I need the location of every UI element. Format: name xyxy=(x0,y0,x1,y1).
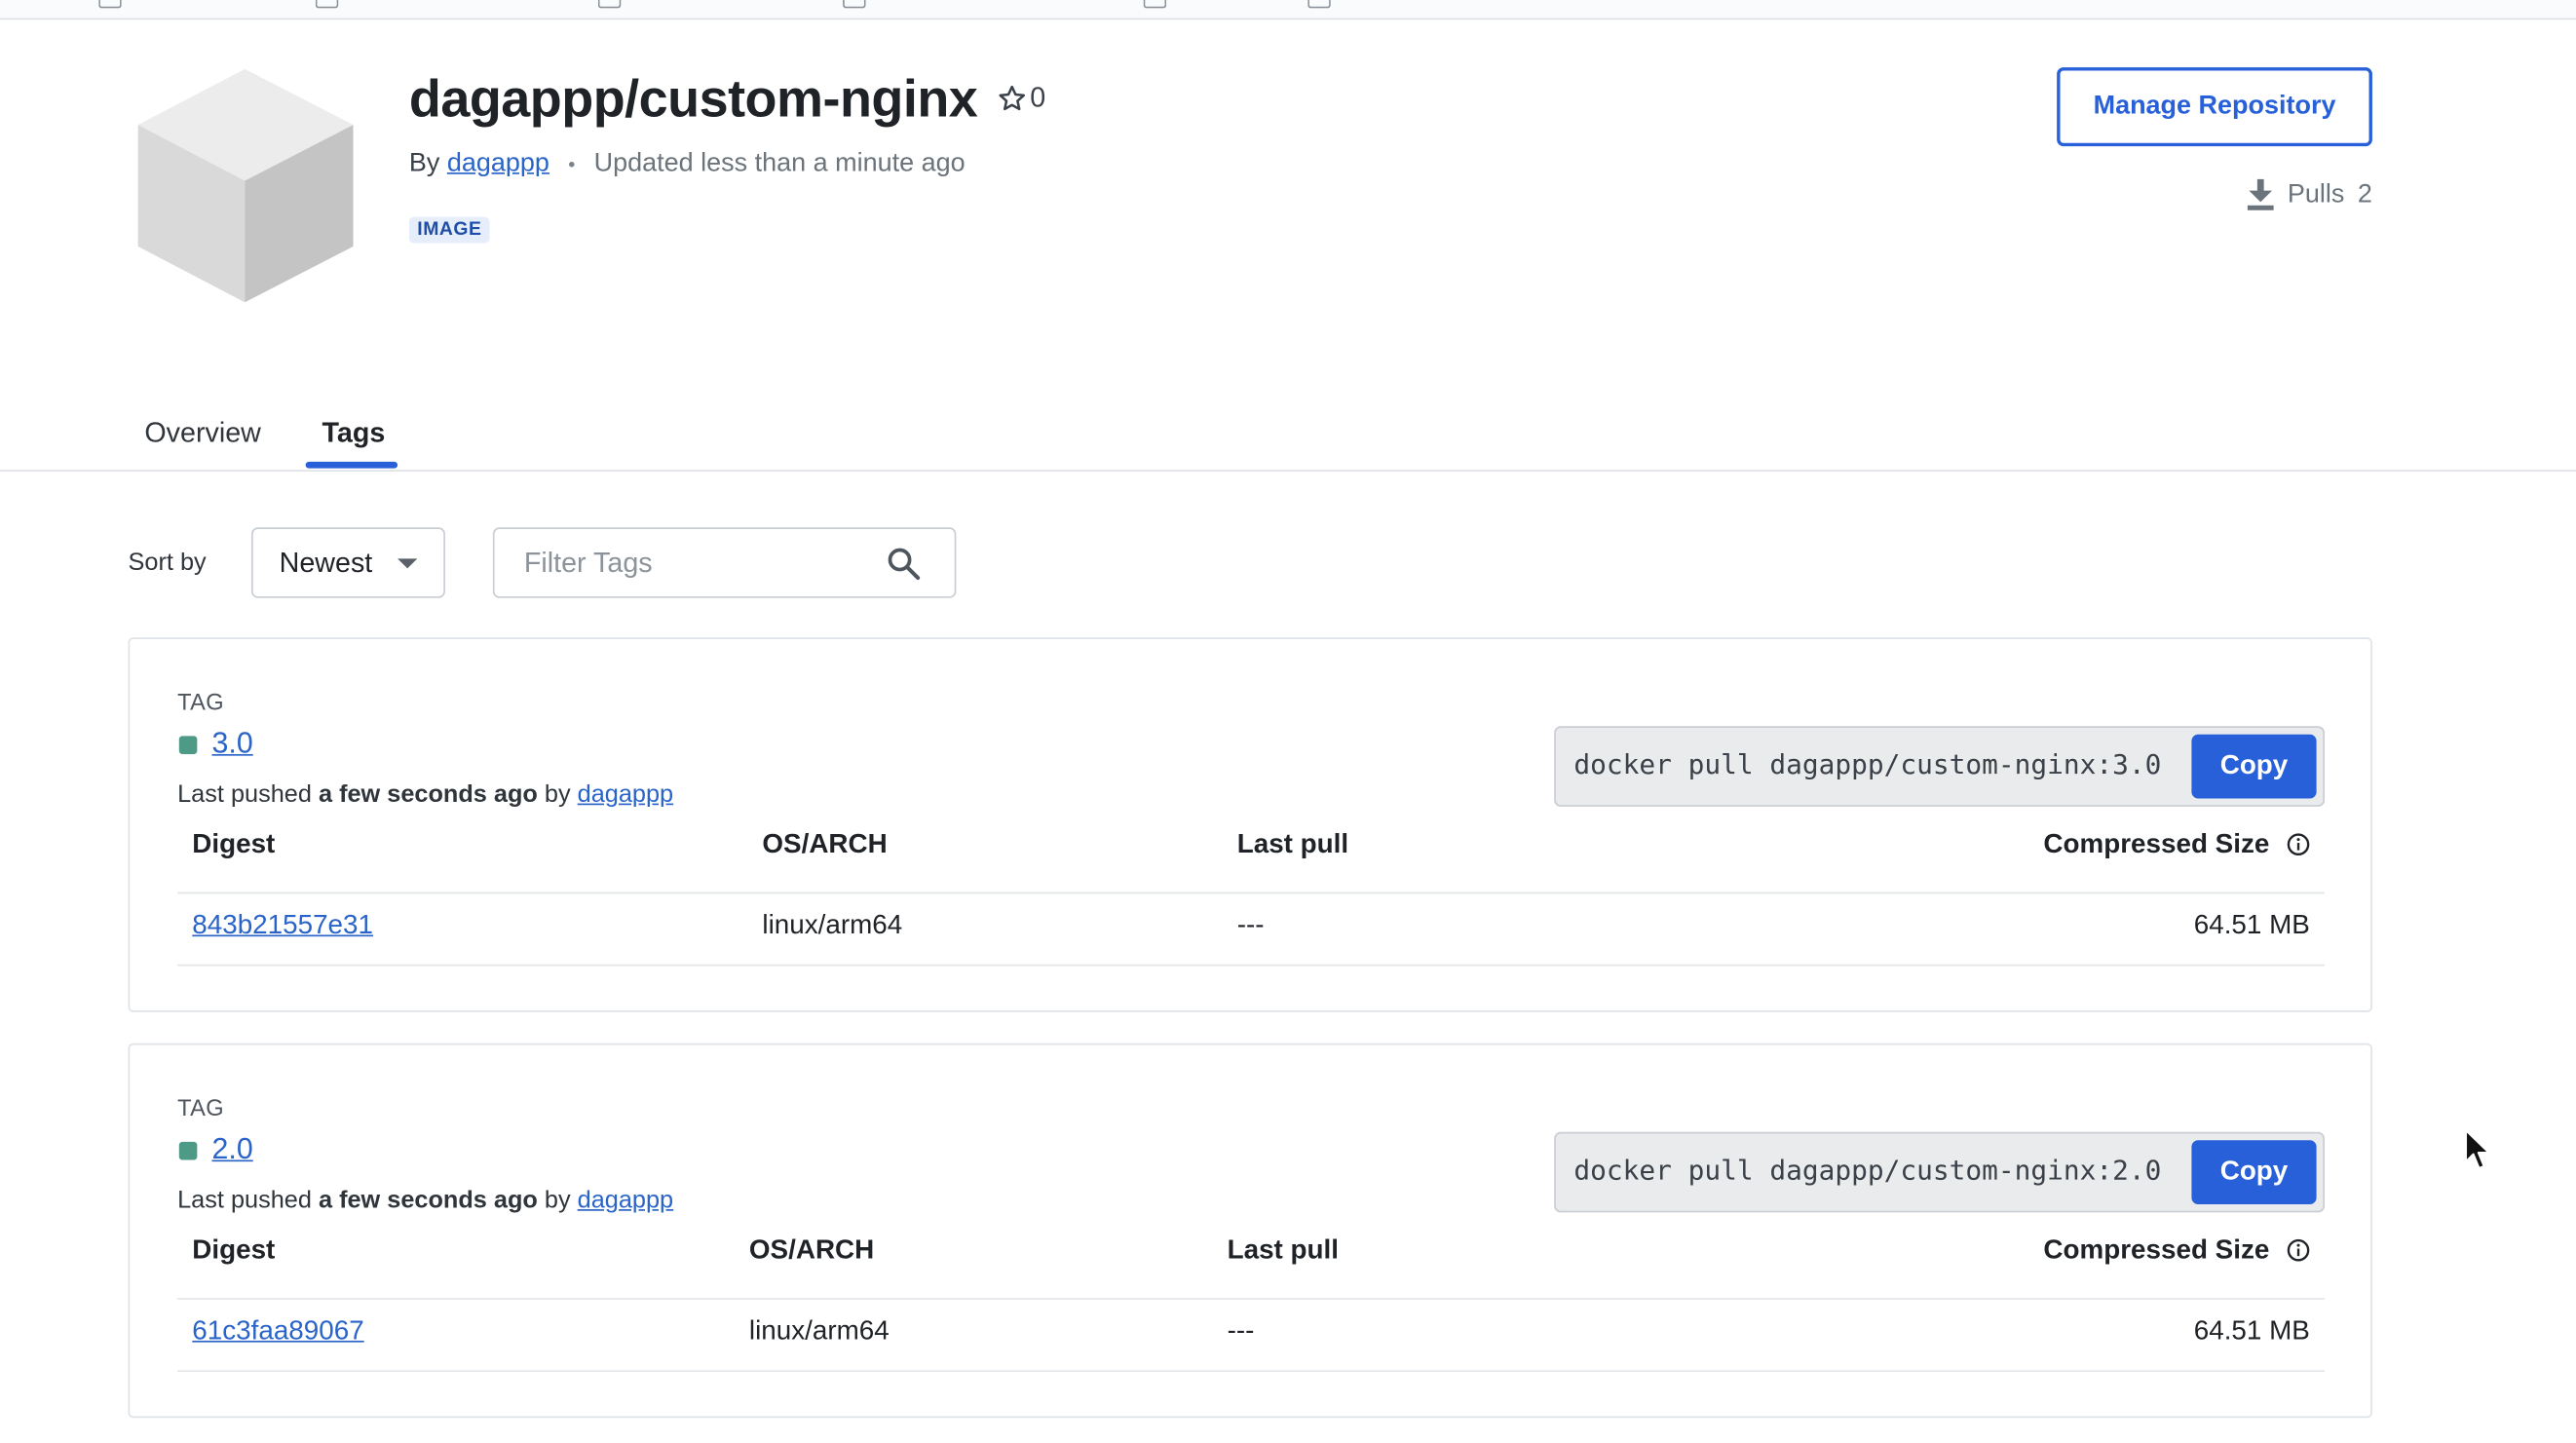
osarch-value: linux/arm64 xyxy=(762,910,903,940)
tag-status-indicator xyxy=(178,1141,198,1160)
sort-value: Newest xyxy=(279,546,373,578)
owner-link[interactable]: dagappp xyxy=(447,149,549,177)
repo-byline: By dagappp • Updated less than a minute … xyxy=(409,149,966,178)
tag-name-link[interactable]: 3.0 xyxy=(212,726,253,760)
pull-command-box: docker pull dagappp/custom-nginx:3.0 Cop… xyxy=(1554,726,2326,807)
osarch-header: OS/ARCH xyxy=(762,829,888,859)
download-icon xyxy=(2248,178,2275,210)
compressed-size-label: Compressed Size xyxy=(2043,829,2270,859)
by-prefix: By xyxy=(408,149,440,178)
active-tab-indicator xyxy=(305,461,398,469)
filter-tags-input[interactable] xyxy=(520,528,873,597)
pushed-when: a few seconds ago xyxy=(318,779,538,809)
copy-button[interactable]: Copy xyxy=(2191,734,2317,799)
digest-link[interactable]: 61c3faa89067 xyxy=(192,1316,363,1348)
tag-card: TAG 3.0 Last pushed a few seconds ago by… xyxy=(128,637,2372,1012)
pushed-prefix: Last pushed xyxy=(177,1186,312,1215)
digest-link[interactable]: 843b21557e31 xyxy=(192,910,373,941)
tab-tags[interactable]: Tags xyxy=(321,417,387,450)
pushed-when: a few seconds ago xyxy=(318,1186,538,1215)
nav-fragment-icon xyxy=(315,0,339,9)
sort-by-label: Sort by xyxy=(128,549,207,577)
last-pull-header: Last pull xyxy=(1227,1235,1340,1266)
tag-heading: TAG xyxy=(177,688,224,715)
tag-status-indicator xyxy=(178,736,198,754)
search-icon[interactable] xyxy=(886,546,922,582)
tag-name-link[interactable]: 2.0 xyxy=(212,1132,253,1166)
compressed-size-label: Compressed Size xyxy=(2043,1235,2270,1266)
sort-select[interactable]: Newest xyxy=(250,527,445,598)
table-row: 61c3faa89067 linux/arm64 --- 64.51 MB xyxy=(177,1298,2326,1372)
nav-fragment-icon xyxy=(597,0,622,9)
pushed-by-link[interactable]: dagappp xyxy=(578,1186,673,1214)
info-icon[interactable] xyxy=(2287,833,2310,856)
filter-tags-field[interactable] xyxy=(492,527,957,598)
compressed-size-header: Compressed Size xyxy=(2043,829,2310,861)
pull-command-box: docker pull dagappp/custom-nginx:2.0 Cop… xyxy=(1554,1131,2326,1213)
tag-heading: TAG xyxy=(177,1094,224,1121)
pushed-by-link[interactable]: dagappp xyxy=(578,780,673,809)
last-pull-header: Last pull xyxy=(1236,829,1349,859)
osarch-header: OS/ARCH xyxy=(748,1235,875,1266)
last-pull-value: --- xyxy=(1236,910,1265,940)
last-pull-value: --- xyxy=(1227,1315,1255,1347)
cube-icon xyxy=(137,68,354,303)
pull-command-text[interactable]: docker pull dagappp/custom-nginx:3.0 xyxy=(1573,749,2161,780)
pulls-value: 2 xyxy=(2357,179,2372,209)
digest-header: Digest xyxy=(192,1235,276,1266)
page: dagappp/custom-nginx 0 By dagappp • Upda… xyxy=(0,0,2576,1443)
nav-fragment-icon xyxy=(843,0,866,9)
mouse-cursor-icon xyxy=(2465,1129,2490,1169)
copy-button[interactable]: Copy xyxy=(2191,1140,2317,1205)
manage-repository-button[interactable]: Manage Repository xyxy=(2057,67,2372,147)
nav-fragment-icon xyxy=(1143,0,1167,9)
pulls-label: Pulls xyxy=(2287,179,2345,209)
nav-fragment-icon xyxy=(1307,0,1331,9)
table-header: Digest OS/ARCH Last pull Compressed Size xyxy=(177,1223,2326,1300)
pushed-prefix: Last pushed xyxy=(177,779,312,809)
top-nav-strip xyxy=(0,0,2576,20)
compressed-size-header: Compressed Size xyxy=(2043,1235,2310,1267)
updated-text: Updated less than a minute ago xyxy=(593,149,966,178)
repo-title: dagappp/custom-nginx xyxy=(408,68,978,129)
digest-header: Digest xyxy=(192,829,276,859)
last-pushed-info: Last pushed a few seconds ago by dagappp xyxy=(177,1186,673,1214)
table-header: Digest OS/ARCH Last pull Compressed Size xyxy=(177,816,2326,894)
separator-dot: • xyxy=(568,152,576,176)
compressed-size-value: 64.51 MB xyxy=(2193,1315,2310,1347)
star-count: 0 xyxy=(1030,82,1046,114)
compressed-size-value: 64.51 MB xyxy=(2193,910,2310,940)
tab-overview[interactable]: Overview xyxy=(143,417,263,450)
last-pushed-info: Last pushed a few seconds ago by dagappp xyxy=(177,780,673,809)
star-button[interactable]: 0 xyxy=(998,82,1046,115)
info-icon[interactable] xyxy=(2287,1238,2310,1262)
pushed-by-prefix: by xyxy=(544,779,571,809)
nav-fragment-icon xyxy=(98,0,122,9)
pull-command-text[interactable]: docker pull dagappp/custom-nginx:2.0 xyxy=(1573,1155,2161,1186)
image-badge: IMAGE xyxy=(408,216,490,244)
pulls-count: Pulls 2 xyxy=(2248,178,2372,210)
tag-card: TAG 2.0 Last pushed a few seconds ago by… xyxy=(128,1043,2372,1419)
osarch-value: linux/arm64 xyxy=(748,1315,890,1347)
table-row: 843b21557e31 linux/arm64 --- 64.51 MB xyxy=(177,892,2326,967)
star-icon xyxy=(999,85,1025,111)
chevron-down-icon xyxy=(398,558,418,569)
pushed-by-prefix: by xyxy=(544,1186,571,1215)
